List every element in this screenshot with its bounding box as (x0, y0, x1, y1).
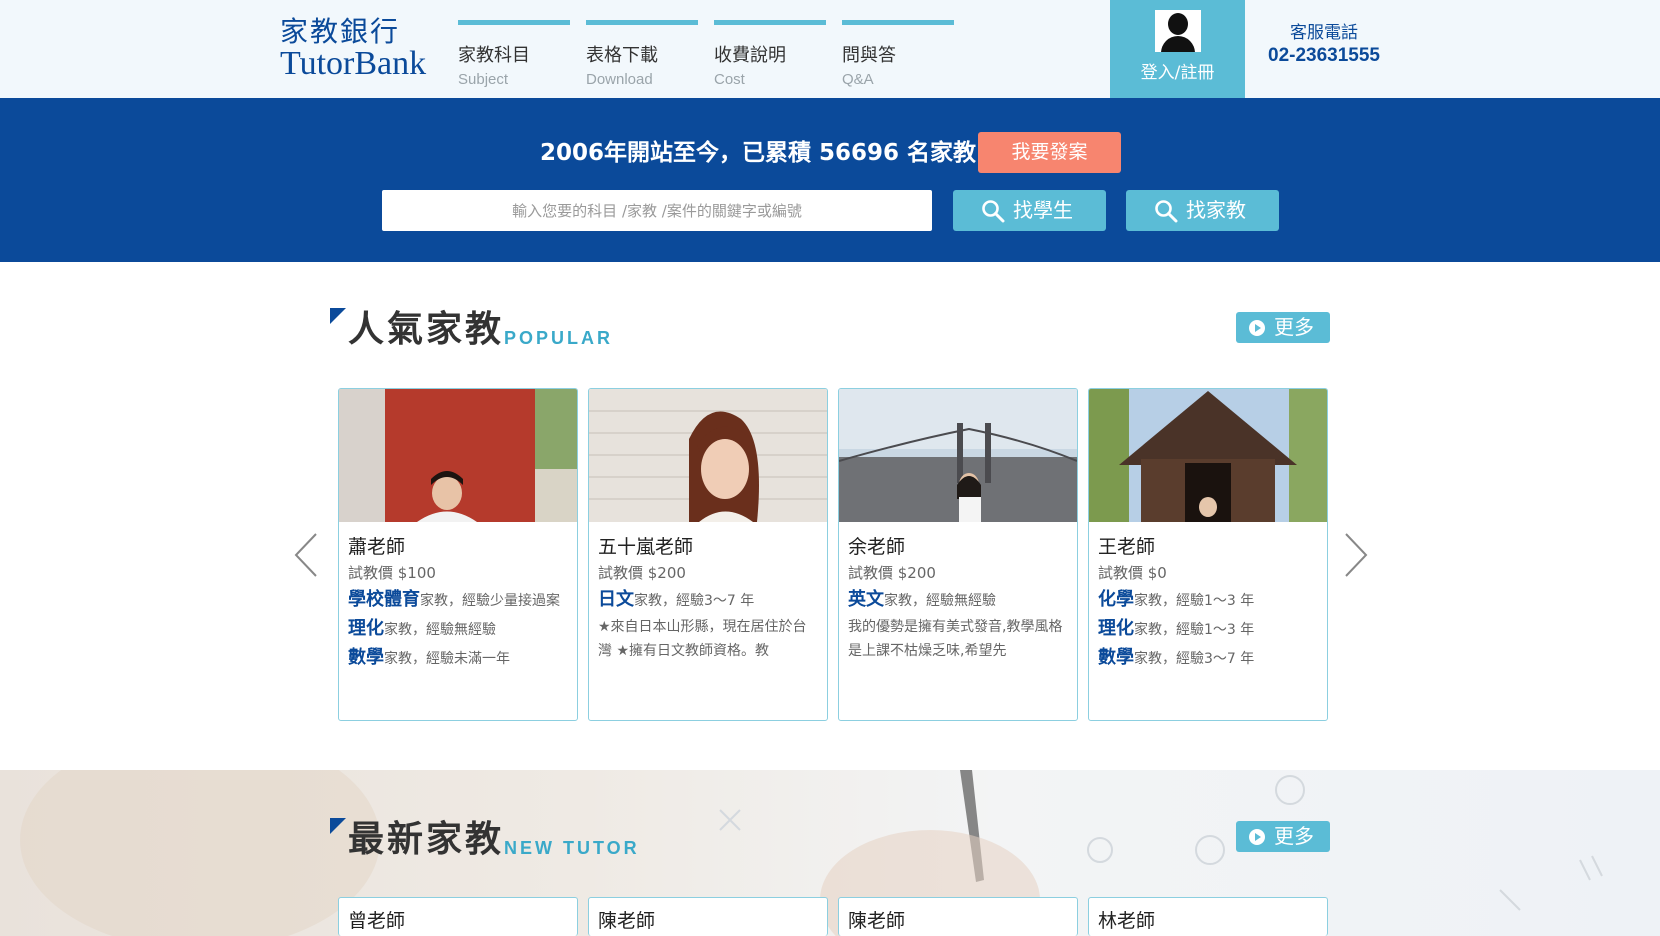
tutor-photo (839, 389, 1077, 522)
hotline-label: 客服電話 (1290, 23, 1358, 43)
logo-english: TutorBank (280, 45, 427, 82)
nav-item-subject[interactable]: 家教科目 Subject (458, 20, 570, 91)
section-title-en: POPULAR (504, 328, 614, 348)
subject-line: 理化家教，經驗1～3 年 (1098, 617, 1318, 642)
new-tutor-more-button[interactable]: 更多 (1236, 821, 1330, 852)
trial-price: 試教價 $200 (598, 564, 686, 582)
subject-line: 數學家教，經驗3～7 年 (1098, 646, 1318, 671)
tutor-name: 陳老師 (598, 910, 656, 932)
subject-line: 數學家教，經驗未滿一年 (348, 646, 568, 671)
nav-sublabel: Download (586, 71, 653, 88)
login-label: 登入/註冊 (1140, 63, 1215, 83)
play-icon (1249, 829, 1265, 845)
subject-name: 理化 (348, 618, 384, 639)
nav-label: 家教科目 (458, 45, 530, 66)
subject-line: 學校體育家教，經驗少量接過案 (348, 588, 568, 613)
carousel-next-arrow-icon[interactable] (1340, 532, 1370, 578)
play-icon (1249, 320, 1265, 336)
nav-item-download[interactable]: 表格下載 Download (586, 20, 698, 91)
tutor-name: 陳老師 (848, 910, 906, 932)
new-tutor-card[interactable]: 陳老師 (838, 897, 1078, 936)
trial-price: 試教價 $0 (1098, 564, 1167, 582)
subject-detail: 家教，經驗少量接過案 (420, 593, 560, 609)
tutor-description: 我的優勢是擁有美式發音,教學風格是上課不枯燥乏味,希望先 (848, 619, 1063, 659)
subject-line: 英文家教，經驗無經驗 (848, 588, 1068, 613)
subject-detail: 家教，經驗無經驗 (884, 593, 996, 609)
nav-label: 問與答 (842, 45, 896, 66)
user-avatar-icon (1155, 10, 1201, 52)
subject-detail: 家教，經驗3～7 年 (1134, 651, 1255, 667)
subject-detail: 家教，經驗未滿一年 (384, 651, 510, 667)
tutor-card[interactable]: 王老師 試教價 $0 化學家教，經驗1～3 年 理化家教，經驗1～3 年 數學家… (1088, 388, 1328, 721)
popular-more-button[interactable]: 更多 (1236, 312, 1330, 343)
subject-detail: 家教，經驗3～7 年 (634, 593, 755, 609)
nav-sublabel: Cost (714, 71, 745, 88)
search-icon (1155, 200, 1178, 223)
subject-line: 理化家教，經驗無經驗 (348, 617, 568, 642)
subject-name: 英文 (848, 589, 884, 610)
subject-name: 數學 (348, 647, 384, 668)
section-title-en: NEW TUTOR (504, 838, 640, 858)
section-title-cn: 最新家教 (348, 819, 505, 860)
subject-detail: 家教，經驗1～3 年 (1134, 593, 1255, 609)
find-tutors-label: 找家教 (1186, 198, 1246, 222)
more-label: 更多 (1274, 824, 1314, 848)
tutor-photo (1089, 389, 1327, 522)
tutor-name: 蕭老師 (348, 536, 406, 558)
tutor-name: 曾老師 (348, 910, 406, 932)
new-tutor-card[interactable]: 曾老師 (338, 897, 578, 936)
tutor-photo (339, 389, 577, 522)
tutor-card[interactable]: 蕭老師 試教價 $100 學校體育家教，經驗少量接過案 理化家教，經驗無經驗 數… (338, 388, 578, 721)
subject-name: 學校體育 (348, 589, 420, 610)
tutor-count-headline: 2006年開站至今，已累積 56696 名家教 (540, 140, 977, 166)
search-icon (982, 200, 1005, 223)
new-tutor-card[interactable]: 陳老師 (588, 897, 828, 936)
section-title-cn: 人氣家教 (348, 309, 505, 350)
trial-price: 試教價 $200 (848, 564, 936, 582)
nav-sublabel: Q&A (842, 71, 874, 88)
tutor-description: ★來自日本山形縣，現在居住於台灣 ★擁有日文教師資格。教 (598, 619, 807, 659)
nav-label: 表格下載 (586, 45, 658, 66)
tutor-name: 余老師 (848, 536, 906, 558)
background-image (20, 770, 1603, 936)
corner-marker-icon (330, 818, 346, 834)
subject-detail: 家教，經驗無經驗 (384, 622, 496, 638)
tutor-name: 五十嵐老師 (598, 536, 694, 558)
nav-sublabel: Subject (458, 71, 509, 88)
search-banner: 2006年開站至今，已累積 56696 名家教 我要發案 找學生 找家教 (0, 98, 1660, 262)
subject-name: 化學 (1098, 589, 1134, 610)
site-header: 家教銀行 TutorBank 家教科目 Subject 表格下載 Downloa… (0, 0, 1660, 98)
nav-item-qa[interactable]: 問與答 Q&A (842, 20, 954, 91)
subject-line: 日文家教，經驗3～7 年 (598, 588, 818, 613)
main-nav: 家教科目 Subject 表格下載 Download 收費說明 Cost 問與答… (458, 20, 954, 91)
find-tutors-button[interactable]: 找家教 (1126, 190, 1279, 231)
tutorbank-logo[interactable]: 家教銀行 TutorBank (280, 15, 432, 82)
customer-service-hotline: 客服電話 02-23631555 (1256, 22, 1392, 68)
tutor-photo (589, 389, 827, 522)
new-tutor-background (0, 770, 1660, 936)
more-label: 更多 (1274, 315, 1314, 339)
tutor-card[interactable]: 余老師 試教價 $200 英文家教，經驗無經驗 我的優勢是擁有美式發音,教學風格… (838, 388, 1078, 721)
nav-item-cost[interactable]: 收費說明 Cost (714, 20, 826, 91)
subject-name: 數學 (1098, 647, 1134, 668)
trial-price: 試教價 $100 (348, 564, 436, 582)
subject-name: 理化 (1098, 618, 1134, 639)
logo-chinese: 家教銀行 (280, 15, 401, 48)
carousel-prev-arrow-icon[interactable] (292, 532, 322, 578)
nav-label: 收費說明 (714, 45, 786, 66)
login-register-button[interactable]: 登入/註冊 (1110, 0, 1245, 98)
post-case-button[interactable]: 我要發案 (978, 132, 1121, 173)
corner-marker-icon (330, 308, 346, 324)
search-input[interactable] (382, 190, 932, 231)
subject-detail: 家教，經驗1～3 年 (1134, 622, 1255, 638)
tutor-name: 林老師 (1098, 910, 1156, 932)
subject-name: 日文 (598, 589, 634, 610)
tutor-card[interactable]: 五十嵐老師 試教價 $200 日文家教，經驗3～7 年 ★來自日本山形縣，現在居… (588, 388, 828, 721)
new-tutor-card[interactable]: 林老師 (1088, 897, 1328, 936)
hotline-number: 02-23631555 (1268, 45, 1380, 66)
find-students-label: 找學生 (1013, 198, 1073, 222)
tutor-name: 王老師 (1098, 536, 1156, 558)
subject-line: 化學家教，經驗1～3 年 (1098, 588, 1318, 613)
find-students-button[interactable]: 找學生 (953, 190, 1106, 231)
